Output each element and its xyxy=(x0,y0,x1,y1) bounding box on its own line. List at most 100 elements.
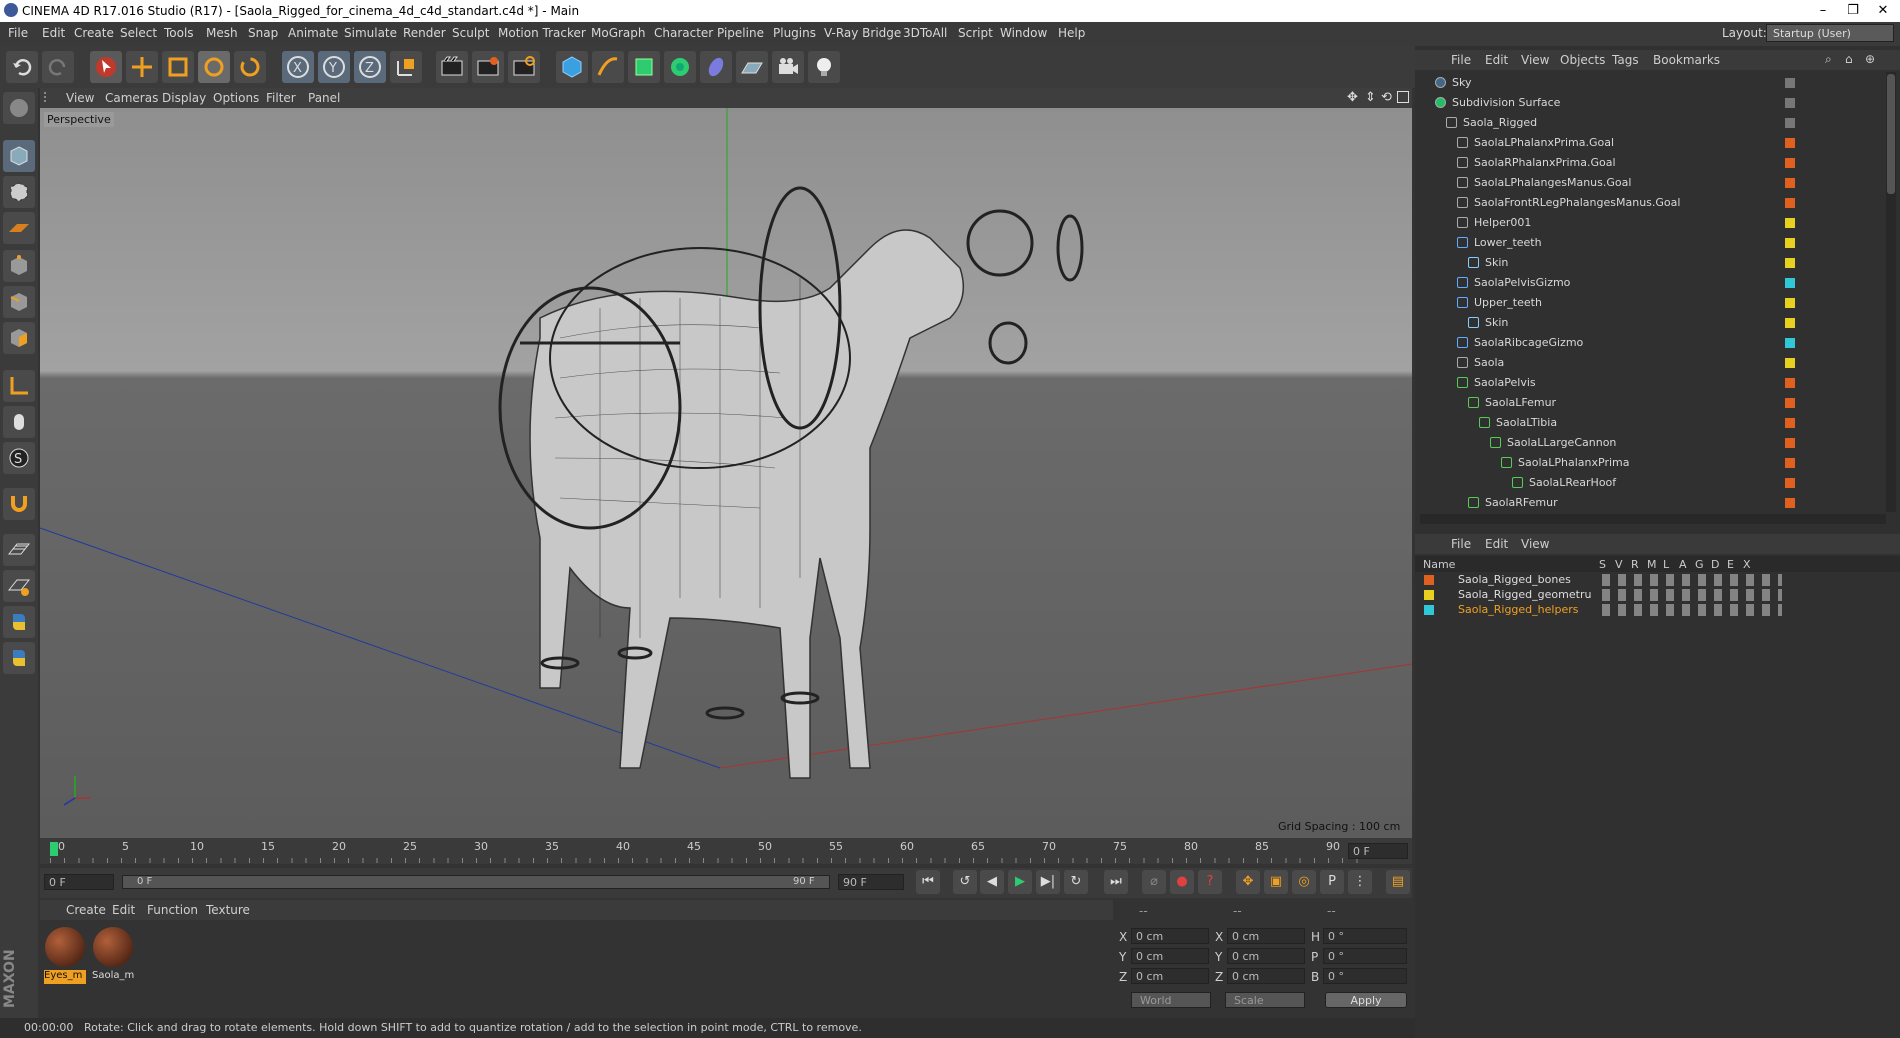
position-x-field[interactable]: 0 cm xyxy=(1131,928,1209,944)
object-layer-swatch[interactable] xyxy=(1785,338,1795,348)
object-layer-swatch[interactable] xyxy=(1785,418,1795,428)
object-row[interactable]: Saola xyxy=(1420,353,1885,373)
object-row[interactable]: SaolaLTibia xyxy=(1420,413,1885,433)
object-row[interactable]: Saola_Rigged xyxy=(1420,113,1885,133)
move-tool-button[interactable] xyxy=(126,51,158,83)
object-row[interactable]: SaolaLFemur xyxy=(1420,393,1885,413)
viewport-zoom-icon[interactable]: ⇕ xyxy=(1365,90,1376,105)
enable-axis-button[interactable] xyxy=(3,370,35,402)
material-menu-function[interactable]: Function xyxy=(147,903,198,917)
render-settings-button[interactable] xyxy=(508,51,540,83)
solo-button[interactable]: S xyxy=(3,442,35,474)
texture-mode-button[interactable] xyxy=(3,176,35,208)
material-menu-texture[interactable]: Texture xyxy=(206,903,250,917)
layer-toggles[interactable] xyxy=(1602,589,1782,601)
lm-col-a[interactable]: A xyxy=(1679,558,1687,571)
object-row[interactable]: SaolaPelvisGizmo xyxy=(1420,273,1885,293)
layer-toggles[interactable] xyxy=(1602,604,1782,616)
object-row[interactable]: SaolaLPhalanxPrima xyxy=(1420,453,1885,473)
record-keys-button[interactable]: ⌀ xyxy=(1142,870,1166,894)
object-row[interactable]: Helper001 xyxy=(1420,213,1885,233)
object-layer-swatch[interactable] xyxy=(1785,398,1795,408)
object-row[interactable]: Skin xyxy=(1420,253,1885,273)
viewport-menu-display[interactable]: Display xyxy=(162,91,206,105)
lm-col-d[interactable]: D xyxy=(1711,558,1719,571)
edge-mode-button[interactable] xyxy=(3,286,35,318)
object-row[interactable]: SaolaRFemur xyxy=(1420,493,1885,513)
viewport-menu-view[interactable]: View xyxy=(66,91,94,105)
menu-pipeline[interactable]: Pipeline xyxy=(717,26,764,40)
object-layer-swatch[interactable] xyxy=(1785,158,1795,168)
object-layer-swatch[interactable] xyxy=(1785,298,1795,308)
material-menu-create[interactable]: Create xyxy=(66,903,106,917)
restore-icon[interactable]: ❐ xyxy=(1838,0,1868,22)
render-picture-viewer-button[interactable] xyxy=(472,51,504,83)
camera-button[interactable] xyxy=(772,51,804,83)
viewport-move-icon[interactable]: ✥ xyxy=(1347,90,1358,105)
subdivision-surface-button[interactable] xyxy=(628,51,660,83)
render-view-button[interactable] xyxy=(436,51,468,83)
previous-key-button[interactable]: ↺ xyxy=(953,870,977,894)
workplane-button[interactable] xyxy=(3,212,35,244)
go-to-end-button[interactable]: ⏭ xyxy=(1104,870,1128,894)
menu-plugins[interactable]: Plugins xyxy=(773,26,816,40)
rotation-p-field[interactable]: 0 ° xyxy=(1323,948,1407,964)
object-manager-scrollbar[interactable] xyxy=(1886,72,1896,512)
layout-select[interactable]: Startup (User) xyxy=(1766,24,1894,42)
object-row[interactable]: SaolaLPhalanxPrima.Goal xyxy=(1420,133,1885,153)
object-row[interactable]: SaolaRibcageGizmo xyxy=(1420,333,1885,353)
object-layer-swatch[interactable] xyxy=(1785,98,1795,108)
key-scale-button[interactable]: ▣ xyxy=(1264,870,1288,894)
object-row[interactable]: SaolaLRearHoof xyxy=(1420,473,1885,493)
object-layer-swatch[interactable] xyxy=(1785,438,1795,448)
cloner-button[interactable] xyxy=(664,51,696,83)
object-row[interactable]: SaolaLPhalangesManus.Goal xyxy=(1420,173,1885,193)
om-menu-bookmarks[interactable]: Bookmarks xyxy=(1653,53,1720,67)
key-rotation-button[interactable]: ◎ xyxy=(1292,870,1316,894)
recent-tool-button[interactable] xyxy=(234,51,266,83)
current-frame-field[interactable]: 0 F xyxy=(1348,843,1408,859)
object-row[interactable]: Skin xyxy=(1420,313,1885,333)
autokeying-button[interactable]: ● xyxy=(1170,870,1194,894)
minimize-icon[interactable]: – xyxy=(1808,0,1838,22)
om-search-icon[interactable]: ⌕ xyxy=(1825,52,1832,67)
viewport-menu-cameras[interactable]: Cameras xyxy=(105,91,158,105)
tweak-mode-button[interactable] xyxy=(3,406,35,438)
menu-render[interactable]: Render xyxy=(403,26,446,40)
viewport-menu-options[interactable]: Options xyxy=(213,91,259,105)
rotation-h-field[interactable]: 0 ° xyxy=(1323,928,1407,944)
redo-button[interactable] xyxy=(42,51,74,83)
object-layer-swatch[interactable] xyxy=(1785,138,1795,148)
key-position-button[interactable]: ✥ xyxy=(1236,870,1260,894)
position-y-field[interactable]: 0 cm xyxy=(1131,948,1209,964)
object-row[interactable]: SaolaPelvis xyxy=(1420,373,1885,393)
object-layer-swatch[interactable] xyxy=(1785,218,1795,228)
object-row[interactable]: SaolaRPhalanxPrima.Goal xyxy=(1420,153,1885,173)
menu-character[interactable]: Character xyxy=(654,26,713,40)
undo-button[interactable] xyxy=(6,51,38,83)
rotate-tool-button[interactable] xyxy=(198,51,230,83)
material-swatch[interactable]: Eyes_m xyxy=(44,926,86,984)
object-layer-swatch[interactable] xyxy=(1785,358,1795,368)
rotation-b-field[interactable]: 0 ° xyxy=(1323,968,1407,984)
viewport-camera-label[interactable]: Perspective xyxy=(44,112,114,127)
lm-col-m[interactable]: M xyxy=(1647,558,1657,571)
position-z-field[interactable]: 0 cm xyxy=(1131,968,1209,984)
layer-toggles[interactable] xyxy=(1602,574,1782,586)
lm-col-x[interactable]: X xyxy=(1743,558,1751,571)
object-layer-swatch[interactable] xyxy=(1785,458,1795,468)
om-menu-objects[interactable]: Objects xyxy=(1560,53,1605,67)
python-script-button[interactable] xyxy=(3,606,35,638)
scale-tool-button[interactable] xyxy=(162,51,194,83)
object-row[interactable]: Subdivision Surface xyxy=(1420,93,1885,113)
viewport-rotate-icon[interactable]: ⟲ xyxy=(1381,90,1392,105)
menu-mesh[interactable]: Mesh xyxy=(206,26,238,40)
python-script-2-button[interactable] xyxy=(3,642,35,674)
om-menu-file[interactable]: File xyxy=(1451,53,1471,67)
next-frame-button[interactable]: ▶| xyxy=(1036,870,1060,894)
lm-col-g[interactable]: G xyxy=(1695,558,1704,571)
lm-menu-edit[interactable]: Edit xyxy=(1485,537,1508,551)
layer-name[interactable]: Saola_Rigged_bones xyxy=(1458,573,1571,586)
menu-file[interactable]: File xyxy=(8,26,28,40)
layer-color[interactable] xyxy=(1424,590,1434,600)
